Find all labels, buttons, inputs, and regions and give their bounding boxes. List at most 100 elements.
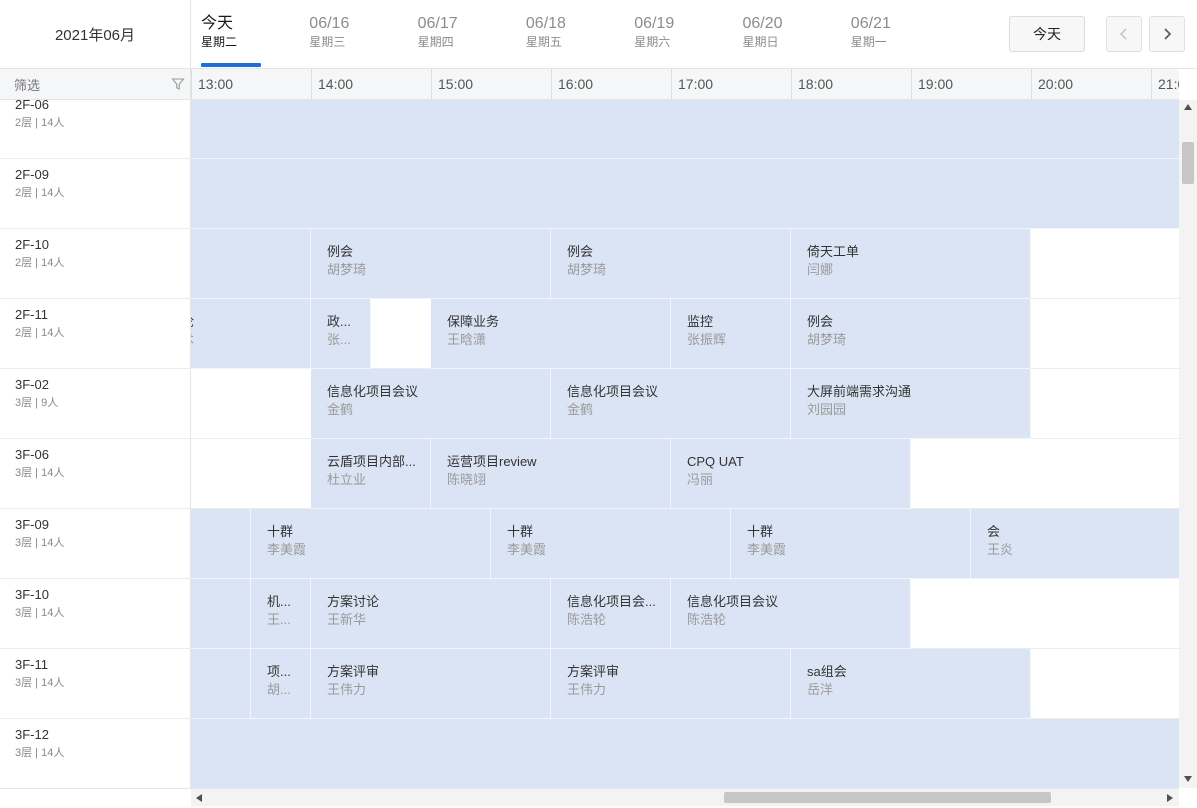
booking-text: 十群 李美霞: [747, 523, 964, 559]
day-tab[interactable]: 06/20 星期日: [743, 14, 843, 50]
booking-text: 十群 李美霞: [507, 523, 724, 559]
day-tab-date: 06/18: [525, 15, 566, 32]
day-tab[interactable]: 今天 星期二: [201, 14, 301, 50]
booking-person: 陈浩轮: [687, 612, 727, 627]
prev-day-button[interactable]: [1106, 16, 1142, 52]
scroll-up-icon[interactable]: [1184, 104, 1192, 110]
room-row[interactable]: 3F-09 3层 | 14人: [0, 509, 190, 579]
booking-block[interactable]: 政... 张...: [311, 299, 371, 369]
booking-text: 方案评审 王伟力: [567, 663, 784, 699]
funnel-icon[interactable]: [171, 77, 185, 91]
booking-block[interactable]: 监控 张振辉: [671, 299, 791, 369]
booking-block[interactable]: 信息化项目会议 陈浩轮: [671, 579, 911, 649]
room-name: 3F-06: [15, 447, 49, 462]
time-tick: 17:00: [671, 69, 713, 99]
booking-block[interactable]: [191, 579, 251, 649]
booking-text: 例会 胡梦琦: [567, 243, 784, 279]
booking-block[interactable]: 项... 胡...: [251, 649, 311, 719]
booking-block[interactable]: 信息化项目会议 金鹤: [311, 369, 551, 439]
day-tab[interactable]: 06/17 星期四: [418, 14, 518, 50]
booking-title: 十群: [507, 524, 534, 539]
room-meta: 2层 | 14人: [15, 257, 65, 269]
room-row[interactable]: 2F-06 2层 | 14人: [0, 100, 190, 159]
horizontal-scrollbar[interactable]: [191, 788, 1179, 806]
room-row[interactable]: 3F-06 3层 | 14人: [0, 439, 190, 509]
booking-text: 十群 李美霞: [267, 523, 484, 559]
scroll-left-icon[interactable]: [196, 794, 202, 802]
room-row[interactable]: 2F-10 2层 | 14人: [0, 229, 190, 299]
booking-block[interactable]: sa组会 岳洋: [791, 649, 1031, 719]
booking-block[interactable]: [191, 719, 1179, 788]
booking-block[interactable]: 信息化项目会... 陈浩轮: [551, 579, 671, 649]
booking-block[interactable]: [191, 159, 1179, 229]
booking-block[interactable]: 云盾项目内部... 杜立业: [311, 439, 431, 509]
booking-person: 王新华: [327, 612, 367, 627]
room-row[interactable]: 3F-12 3层 | 14人: [0, 719, 190, 788]
room-meta: 3层 | 14人: [15, 607, 65, 619]
filter-bar[interactable]: 筛选: [0, 69, 191, 100]
day-tab[interactable]: 06/18 星期五: [526, 14, 626, 50]
booking-title: 项...: [267, 664, 291, 679]
booking-person: 王...: [267, 612, 291, 627]
booking-block[interactable]: [191, 229, 311, 299]
room-row[interactable]: 3F-11 3层 | 14人: [0, 649, 190, 719]
booking-block[interactable]: 论术: [191, 299, 311, 369]
booking-title: 机...: [267, 594, 291, 609]
day-tab-weekday: 星期三: [309, 35, 346, 49]
chevron-right-icon: [1164, 28, 1172, 40]
booking-block[interactable]: 例会 胡梦琦: [311, 229, 551, 299]
room-meta: 3层 | 14人: [15, 467, 65, 479]
booking-block[interactable]: 方案讨论 王新华: [311, 579, 551, 649]
day-tab[interactable]: 06/21 星期一: [851, 14, 951, 50]
room-row[interactable]: 3F-10 3层 | 14人: [0, 579, 190, 649]
time-tick: 14:00: [311, 69, 353, 99]
day-tab[interactable]: 06/16 星期三: [309, 14, 409, 50]
booking-block[interactable]: 保障业务 王晗潇: [431, 299, 671, 369]
booking-block[interactable]: 方案评审 王伟力: [551, 649, 791, 719]
room-meta: 3层 | 14人: [15, 677, 65, 689]
scroll-right-icon[interactable]: [1167, 794, 1173, 802]
vertical-scroll-thumb[interactable]: [1182, 142, 1194, 184]
booking-block[interactable]: 十群 李美霞: [731, 509, 971, 579]
booking-block[interactable]: 运营项目review 陈晓翊: [431, 439, 671, 509]
day-tab-weekday: 星期二: [201, 35, 238, 49]
booking-block[interactable]: [191, 509, 251, 579]
next-day-button[interactable]: [1149, 16, 1185, 52]
booking-title: 方案评审: [327, 664, 380, 679]
vertical-scrollbar[interactable]: [1179, 100, 1197, 788]
booking-text: 例会 胡梦琦: [807, 313, 1024, 349]
booking-title: 信息化项目会议: [327, 384, 419, 399]
booking-block[interactable]: 信息化项目会议 金鹤: [551, 369, 791, 439]
booking-person: 李美霞: [747, 542, 787, 557]
booking-block[interactable]: 例会 胡梦琦: [551, 229, 791, 299]
day-tab-weekday: 星期五: [525, 35, 562, 49]
booking-block[interactable]: 方案评审 王伟力: [311, 649, 551, 719]
today-button[interactable]: 今天: [1009, 16, 1085, 52]
time-tick: 18:00: [791, 69, 833, 99]
room-row[interactable]: 2F-09 2层 | 14人: [0, 159, 190, 229]
corner-spacer: [0, 788, 191, 808]
booking-title: 监控: [687, 314, 714, 329]
booking-block[interactable]: 十群 李美霞: [491, 509, 731, 579]
booking-text: 论术: [191, 313, 304, 349]
booking-title: 例会: [327, 244, 354, 259]
booking-block[interactable]: 倚天工单 闫娜: [791, 229, 1031, 299]
booking-title: 倚天工单: [807, 244, 860, 259]
booking-block[interactable]: [191, 649, 251, 719]
booking-block[interactable]: 会王炎: [971, 509, 1179, 579]
booking-block[interactable]: 例会 胡梦琦: [791, 299, 1031, 369]
booking-text: 方案讨论 王新华: [327, 593, 544, 629]
room-row[interactable]: 2F-11 2层 | 14人: [0, 299, 190, 369]
day-tab[interactable]: 06/19 星期六: [634, 14, 734, 50]
booking-block[interactable]: 大屏前端需求沟通 刘园园: [791, 369, 1031, 439]
booking-person: 杜立业: [327, 472, 367, 487]
room-row[interactable]: 3F-02 3层 | 9人: [0, 369, 190, 439]
booking-block[interactable]: [191, 100, 1179, 159]
chevron-left-icon: [1119, 28, 1127, 40]
booking-text: 运营项目review 陈晓翊: [447, 453, 664, 489]
horizontal-scroll-thumb[interactable]: [724, 792, 1051, 803]
booking-block[interactable]: CPQ UAT 冯丽: [671, 439, 911, 509]
scroll-down-icon[interactable]: [1184, 776, 1192, 782]
booking-block[interactable]: 机... 王...: [251, 579, 311, 649]
booking-block[interactable]: 十群 李美霞: [251, 509, 491, 579]
